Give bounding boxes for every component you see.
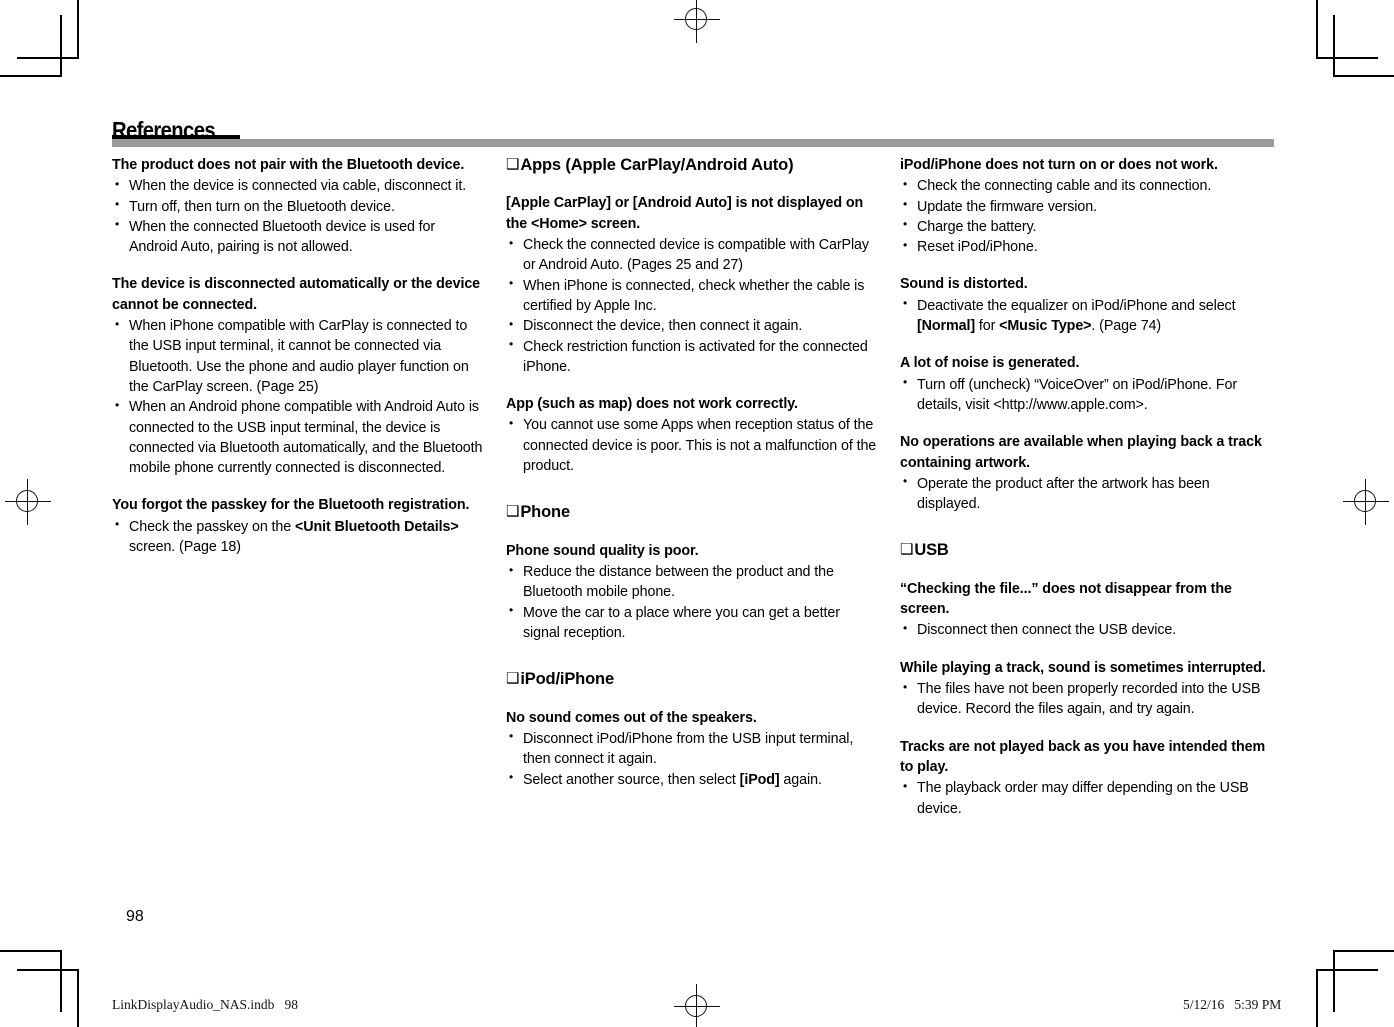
remedy-list: Check the passkey on the <Unit Bluetooth… — [112, 516, 486, 558]
remedy-list: Turn off (uncheck) “VoiceOver” on iPod/i… — [900, 374, 1274, 416]
section-heading-label: iPod/iPhone — [520, 670, 614, 689]
remedy-item: Check the passkey on the <Unit Bluetooth… — [112, 516, 486, 558]
symptom-heading: “Checking the file...” does not disappea… — [900, 580, 1232, 618]
content-columns: The product does not pair with the Bluet… — [112, 155, 1280, 819]
remedy-item: Operate the product after the artwork ha… — [900, 473, 1274, 515]
remedy-item: Reduce the distance between the product … — [506, 562, 880, 603]
section-heading-label: Phone — [520, 503, 570, 522]
print-footer-timestamp: 5/12/16 5:39 PM — [1183, 997, 1282, 1012]
crop-mark-top-left-vertical-inner — [60, 15, 62, 77]
remedy-item: Select another source, then select [iPod… — [506, 769, 880, 790]
registration-mark-top — [674, 0, 720, 43]
remedy-item: When an Android phone compatible with An… — [112, 397, 486, 478]
remedy-item: When iPhone compatible with CarPlay is c… — [112, 316, 486, 397]
crop-mark-bottom-left-horizontal-inner — [17, 969, 79, 971]
symptom-heading: The device is disconnected automatically… — [112, 276, 481, 313]
remedy-item: Check the connected device is compatible… — [506, 235, 880, 276]
remedy-list: Disconnect then connect the USB device. — [900, 620, 1274, 640]
remedy-list: When iPhone compatible with CarPlay is c… — [112, 316, 486, 478]
remedy-item: Turn off, then turn on the Bluetooth dev… — [112, 196, 486, 217]
remedy-item: You cannot use some Apps when reception … — [506, 415, 880, 476]
remedy-list: Deactivate the equalizer on iPod/iPhone … — [900, 295, 1274, 337]
page-heading: References — [112, 118, 1274, 148]
crop-mark-top-right-horizontal-outer — [1334, 75, 1394, 77]
remedy-item: Check restriction function is activated … — [506, 336, 880, 378]
section-square-icon: ❑ — [506, 156, 520, 173]
crop-mark-bottom-right-vertical-inner — [1333, 950, 1335, 1012]
page-number: 98 — [126, 908, 144, 925]
symptom-heading: [Apple CarPlay] or [Android Auto] is not… — [506, 195, 864, 232]
remedy-item: Check the connecting cable and its conne… — [900, 176, 1274, 196]
remedy-item: Update the firmware version. — [900, 196, 1274, 217]
column-2: ❑Apps (Apple CarPlay/Android Auto) [Apple… — [506, 155, 880, 819]
remedy-item: Disconnect then connect the USB device. — [900, 620, 1274, 640]
section-heading: ❑iPod/iPhone — [506, 669, 880, 690]
crop-mark-top-right-vertical-inner — [1333, 15, 1335, 77]
section-square-icon: ❑ — [506, 670, 520, 688]
crop-mark-top-left-horizontal-outer — [0, 75, 60, 77]
section-heading: ❑Phone — [506, 502, 880, 523]
remedy-list: When the device is connected via cable, … — [112, 176, 486, 257]
column-1: The product does not pair with the Bluet… — [112, 155, 486, 819]
registration-mark-left — [5, 479, 51, 525]
section-square-icon: ❑ — [506, 503, 520, 521]
crop-mark-bottom-left-vertical-outer — [77, 970, 79, 1027]
symptom-heading: No operations are available when playing… — [900, 434, 1262, 471]
remedy-list: You cannot use some Apps when reception … — [506, 415, 880, 476]
remedy-item: When the connected Bluetooth device is u… — [112, 216, 486, 258]
section-square-icon: ❑ — [900, 541, 914, 559]
section-heading: ❑USB — [900, 540, 1274, 561]
remedy-list: Reduce the distance between the product … — [506, 562, 880, 643]
crop-mark-bottom-right-horizontal-inner — [1316, 969, 1378, 971]
section-heading-label: USB — [914, 541, 949, 560]
section-heading-label: Apps (Apple CarPlay/Android Auto) — [520, 156, 794, 174]
print-footer-filename: LinkDisplayAudio_NAS.indb 98 — [112, 997, 299, 1012]
remedy-list: The files have not been properly recorde… — [900, 679, 1274, 720]
remedy-list: The playback order may differ depending … — [900, 778, 1274, 819]
remedy-item: Disconnect the device, then connect it a… — [506, 316, 880, 336]
symptom-heading: App (such as map) does not work correctl… — [506, 396, 798, 413]
remedy-item: Reset iPod/iPhone. — [900, 237, 1274, 257]
printed-page: References The product does not pair wit… — [0, 0, 1394, 1027]
remedy-item: When the device is connected via cable, … — [112, 176, 486, 196]
remedy-list: Disconnect iPod/iPhone from the USB inpu… — [506, 728, 880, 790]
remedy-item: Turn off (uncheck) “VoiceOver” on iPod/i… — [900, 374, 1274, 416]
crop-mark-bottom-left-horizontal-outer — [0, 950, 60, 952]
crop-mark-top-right-vertical-outer — [1316, 0, 1318, 57]
remedy-item: The files have not been properly recorde… — [900, 679, 1274, 720]
symptom-heading: Sound is distorted. — [900, 276, 1028, 293]
heading-rule-gray — [112, 139, 1274, 147]
remedy-item: The playback order may differ depending … — [900, 778, 1274, 819]
remedy-item: Deactivate the equalizer on iPod/iPhone … — [900, 295, 1274, 337]
crop-mark-bottom-left-vertical-inner — [60, 950, 62, 1012]
section-heading: ❑Apps (Apple CarPlay/Android Auto) — [506, 155, 880, 176]
symptom-heading: Phone sound quality is poor. — [506, 542, 699, 559]
crop-mark-top-left-vertical-outer — [77, 0, 79, 57]
symptom-heading: No sound comes out of the speakers. — [506, 709, 757, 726]
remedy-list: Check the connected device is compatible… — [506, 235, 880, 377]
remedy-item: Move the car to a place where you can ge… — [506, 602, 880, 644]
remedy-item: Disconnect iPod/iPhone from the USB inpu… — [506, 728, 880, 770]
crop-mark-top-left-horizontal-inner — [17, 57, 79, 59]
registration-mark-right — [1343, 479, 1389, 525]
symptom-heading: iPod/iPhone does not turn on or does not… — [900, 157, 1218, 173]
remedy-item: When iPhone is connected, check whether … — [506, 275, 880, 317]
remedy-list: Check the connecting cable and its conne… — [900, 176, 1274, 257]
symptom-heading: You forgot the passkey for the Bluetooth… — [112, 497, 470, 514]
column-3: iPod/iPhone does not turn on or does not… — [900, 155, 1274, 819]
symptom-heading: While playing a track, sound is sometime… — [900, 659, 1266, 676]
symptom-heading: Tracks are not played back as you have i… — [900, 738, 1266, 775]
registration-mark-bottom — [674, 984, 720, 1027]
crop-mark-bottom-right-horizontal-outer — [1334, 950, 1394, 952]
symptom-heading: The product does not pair with the Bluet… — [112, 157, 465, 173]
crop-mark-bottom-right-vertical-outer — [1316, 970, 1318, 1027]
remedy-item: Charge the battery. — [900, 216, 1274, 237]
crop-mark-top-right-horizontal-inner — [1316, 57, 1378, 59]
remedy-list: Operate the product after the artwork ha… — [900, 473, 1274, 515]
symptom-heading: A lot of noise is generated. — [900, 355, 1080, 372]
page-title: References — [112, 117, 216, 143]
